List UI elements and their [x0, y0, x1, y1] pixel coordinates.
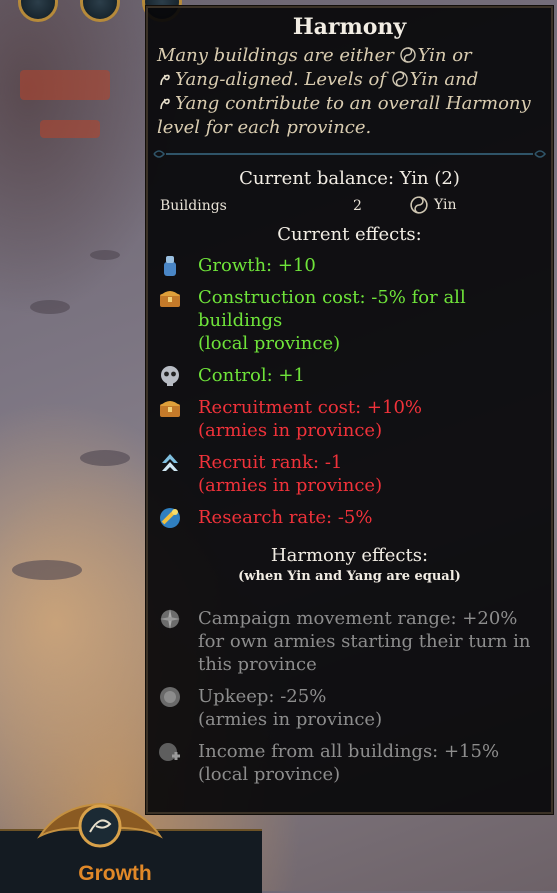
effect-text: Growth: +10 — [198, 255, 316, 276]
tooltip-description: Many buildings are either Yin or Yang-ali… — [148, 44, 551, 140]
effect-text: Campaign movement range: +20% — [198, 608, 518, 629]
yin-icon — [399, 47, 416, 63]
research-scroll-icon — [158, 506, 182, 530]
yin-icon — [410, 196, 428, 214]
harmony-effects-subheader: (when Yin and Yang are equal) — [238, 569, 461, 584]
skull-icon — [158, 364, 182, 388]
effect-text: Research rate: -5% — [198, 507, 373, 528]
effect-text: (local province) — [198, 764, 341, 785]
top-round-button-2[interactable] — [80, 0, 120, 22]
current-balance: Current balance: Yin (2) — [239, 168, 460, 189]
effect-text: Upkeep: -25% — [198, 686, 327, 707]
effect-row: Campaign movement range: +20% for own arm… — [148, 607, 551, 676]
effect-text: for own armies starting their turn in — [198, 631, 531, 652]
chest-icon — [158, 396, 182, 420]
rank-chevron-icon — [158, 451, 182, 475]
effect-row: Recruit rank: -1 (armies in province) — [148, 451, 551, 497]
effect-text: Recruitment cost: +10% — [198, 397, 423, 418]
harmony-effects-header: Harmony effects: — [270, 545, 429, 566]
yin-icon — [392, 71, 408, 87]
alignment-label: Yin — [434, 197, 457, 213]
current-effects-header: Current effects: — [277, 224, 422, 245]
effect-row: Growth: +10 — [148, 254, 551, 277]
effect-row: Control: +1 — [148, 364, 551, 387]
buildings-row: Buildings 2 Yin — [148, 194, 551, 220]
effect-text: buildings — [198, 310, 283, 331]
effect-row: Income from all buildings: +15% (local pr… — [148, 740, 551, 786]
current-effects-list: Growth: +10 Construction cost: -5% for al… — [148, 254, 551, 529]
effect-text: Income from all buildings: +15% — [198, 741, 500, 762]
buildings-alignment: Yin — [410, 196, 457, 214]
desc-text-3: -aligned. Levels of — [219, 69, 392, 90]
section-divider — [152, 148, 547, 160]
income-icon — [158, 740, 182, 764]
desc-yin-1: Yin — [417, 45, 447, 66]
harmony-tooltip: Harmony Many buildings are either Yin or… — [146, 6, 553, 814]
yang-icon — [160, 98, 170, 110]
tooltip-title: Harmony — [292, 14, 407, 40]
harmony-emblem-icon[interactable] — [30, 796, 170, 856]
desc-text-2: or — [446, 45, 472, 66]
growth-icon — [158, 254, 182, 278]
desc-yang-1: Yang — [175, 69, 220, 90]
effect-text: Control: +1 — [198, 365, 305, 386]
growth-label: Growth — [78, 862, 152, 885]
compass-icon — [158, 607, 182, 631]
effect-row: Research rate: -5% — [148, 506, 551, 529]
effect-text: (armies in province) — [198, 709, 383, 730]
buildings-count: 2 — [353, 198, 362, 214]
effect-row: Upkeep: -25% (armies in province) — [148, 685, 551, 731]
effect-text: this province — [198, 654, 317, 675]
effect-text: Recruit rank: -1 — [198, 452, 343, 473]
effect-row: Recruitment cost: +10% (armies in provinc… — [148, 396, 551, 442]
chest-icon — [158, 286, 182, 310]
desc-text-1: Many buildings are either — [157, 45, 400, 66]
effect-text: Construction cost: -5% for all — [198, 287, 466, 308]
coin-icon — [158, 685, 182, 709]
desc-yin-2: Yin — [409, 69, 439, 90]
effect-text: (armies in province) — [198, 420, 383, 441]
harmony-effects-list: Campaign movement range: +20% for own arm… — [148, 607, 551, 786]
buildings-label: Buildings — [160, 198, 227, 214]
desc-text-4: and — [438, 69, 479, 90]
yang-icon — [160, 74, 170, 86]
effect-row: Construction cost: -5% for all buildings(… — [148, 286, 551, 355]
effect-text: (local province) — [198, 333, 341, 354]
effect-text: (armies in province) — [198, 475, 383, 496]
top-round-button-1[interactable] — [18, 0, 58, 22]
desc-yang-2: Yang — [175, 93, 220, 114]
